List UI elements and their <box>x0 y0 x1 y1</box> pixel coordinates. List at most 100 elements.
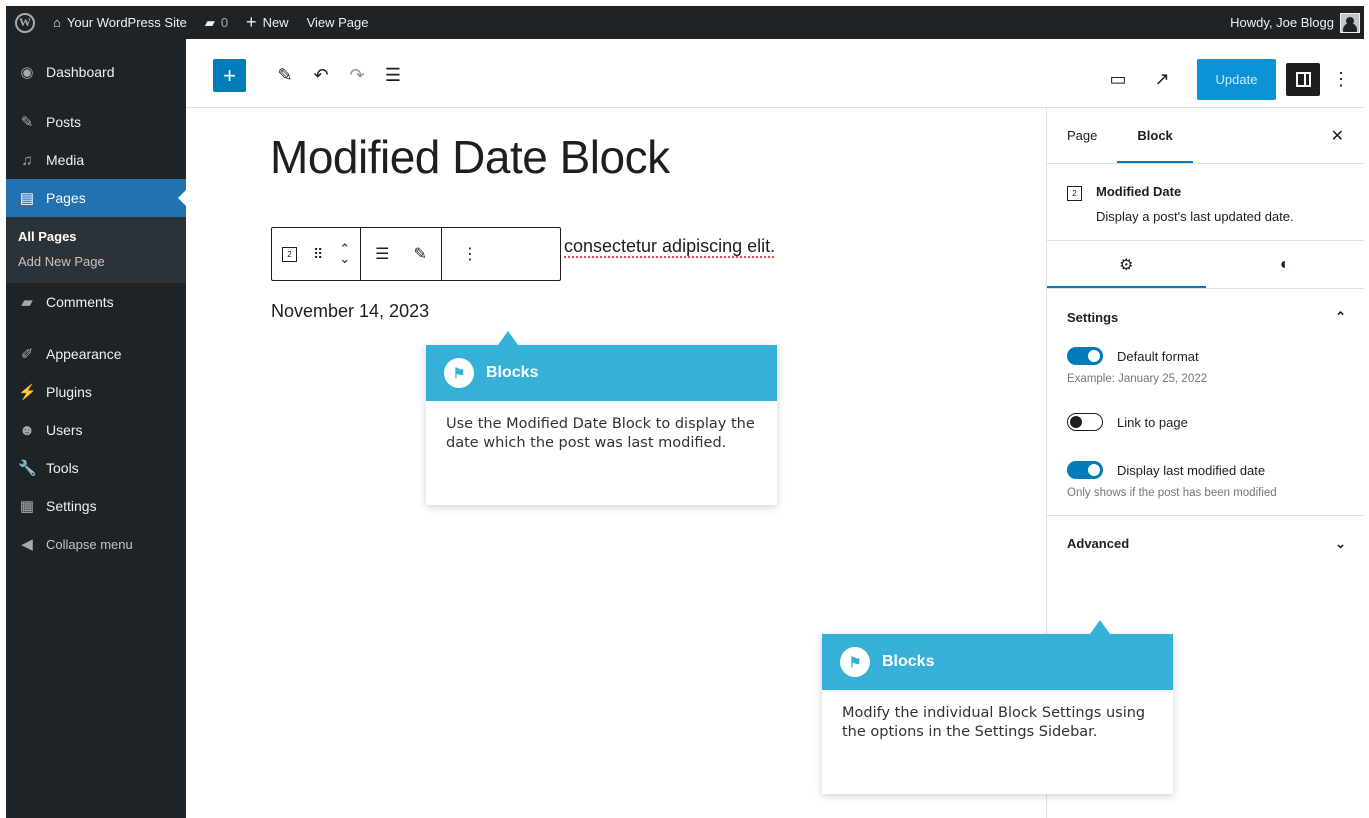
sidebar-item-label: Comments <box>46 294 114 310</box>
brush-icon: ✐ <box>20 346 34 363</box>
calendar-icon[interactable]: 2 <box>282 246 297 262</box>
add-block-button[interactable]: + <box>213 59 246 92</box>
move-up-down-icon[interactable]: ⌃ ⌄ <box>339 242 350 265</box>
account-menu[interactable]: Howdy, Joe Blogg <box>1221 6 1364 39</box>
sidebar-item-label: Dashboard <box>46 64 115 80</box>
sidebar-item-appearance[interactable]: ✐ Appearance <box>6 335 186 373</box>
more-vertical-icon[interactable]: ⋮ <box>462 244 478 264</box>
settings-toggle-button[interactable] <box>1286 63 1320 96</box>
tools-button[interactable]: ✎ <box>274 59 296 92</box>
plugin-icon: ⚡ <box>18 384 37 401</box>
default-format-toggle[interactable] <box>1067 347 1103 365</box>
tab-settings[interactable]: ⚙ <box>1047 241 1206 288</box>
toggle-label: Display last modified date <box>1117 462 1266 478</box>
display-modified-toggle[interactable] <box>1067 461 1103 479</box>
redo-button[interactable]: ↷ <box>346 59 368 92</box>
sidebar-item-comments[interactable]: ▰ Comments <box>6 283 186 321</box>
help-text: Example: January 25, 2022 <box>1067 373 1208 385</box>
admin-sidebar: ◉ Dashboard ✎ Posts ♫ Media ▤ Pages All Page… <box>6 39 186 818</box>
site-name: Your WordPress Site <box>66 15 187 30</box>
preview-button[interactable]: ▭ <box>1101 63 1135 96</box>
panel-title: Settings <box>1067 309 1119 325</box>
post-title[interactable]: Modified Date Block <box>270 130 670 184</box>
list-view-icon: ☰ <box>384 65 402 85</box>
flag-icon: ⚑ <box>840 647 870 677</box>
sidebar-tabs: Page Block ✕ <box>1047 108 1364 164</box>
pin-icon: ✎ <box>20 114 34 131</box>
collapse-menu-button[interactable]: ◀ Collapse menu <box>6 525 186 563</box>
inspector-tabs: ⚙ ◐ <box>1047 241 1364 289</box>
howdy-text: Howdy, Joe Blogg <box>1230 15 1334 30</box>
sidebar-item-label: Appearance <box>46 346 122 362</box>
panel-title: Advanced <box>1067 536 1130 551</box>
close-icon[interactable]: ✕ <box>1331 126 1344 146</box>
admin-bar: W ⌂ Your WordPress Site ▰ 0 + New View P… <box>6 6 1364 39</box>
modified-date-block[interactable]: November 14, 2023 <box>271 301 429 322</box>
view-page-link[interactable]: View Page <box>298 6 378 39</box>
gear-icon: ⚙ <box>1119 256 1134 274</box>
chevron-up-icon: ⌃ <box>1335 309 1346 324</box>
pencil-icon[interactable]: ✎ <box>414 244 427 264</box>
link-to-page-toggle[interactable] <box>1067 413 1103 431</box>
settings-icon: ▦ <box>19 498 35 515</box>
settings-panel: Settings ⌃ Default format Example: Janua… <box>1047 289 1364 516</box>
sidebar-item-label: Media <box>46 152 85 168</box>
media-icon: ♫ <box>21 151 33 169</box>
comments-count: 0 <box>220 15 229 30</box>
align-left-icon[interactable]: ☰ <box>375 244 389 264</box>
tab-styles[interactable]: ◐ <box>1206 241 1365 288</box>
callout-title: Blocks <box>882 653 935 670</box>
drag-handle-icon[interactable]: ⠿ <box>313 246 323 263</box>
sidebar-item-tools[interactable]: 🔧 Tools <box>6 449 186 487</box>
comments-link[interactable]: ▰ 0 <box>196 6 237 39</box>
link-to-page-row: Link to page <box>1067 413 1346 431</box>
plus-icon: + <box>246 12 257 32</box>
undo-button[interactable]: ↶ <box>310 59 332 92</box>
advanced-panel-header[interactable]: Advanced ⌄ <box>1047 516 1364 552</box>
callout-body: Use the Modified Date Block to display t… <box>446 416 755 451</box>
callout-header: ⚑ Blocks <box>426 331 777 401</box>
tab-block[interactable]: Block <box>1117 108 1192 163</box>
sidebar-item-plugins[interactable]: ⚡ Plugins <box>6 373 186 411</box>
view-post-button[interactable]: ↗ <box>1145 63 1179 96</box>
avatar <box>1340 12 1360 33</box>
view-page-label: View Page <box>306 15 369 30</box>
wp-logo-menu[interactable]: W <box>6 6 44 39</box>
submenu-all-pages[interactable]: All Pages <box>6 225 186 250</box>
sidebar-item-media[interactable]: ♫ Media <box>6 141 186 179</box>
settings-panel-header[interactable]: Settings ⌃ <box>1067 309 1346 325</box>
new-content-link[interactable]: + New <box>237 6 298 39</box>
submenu-add-new-page[interactable]: Add New Page <box>6 250 186 275</box>
sidebar-item-dashboard[interactable]: ◉ Dashboard <box>6 53 186 91</box>
tooltip-callout-blocks: ⚑ Blocks Modify the individual Block Set… <box>822 620 1173 794</box>
sidebar-item-posts[interactable]: ✎ Posts <box>6 103 186 141</box>
sidebar-item-users[interactable]: ☻ Users <box>6 411 186 449</box>
calendar-icon: 2 <box>1067 186 1082 201</box>
update-button[interactable]: Update <box>1197 59 1276 100</box>
sidebar-item-label: Posts <box>46 114 82 130</box>
sidebar-item-label: Collapse menu <box>46 536 133 552</box>
wrench-icon: 🔧 <box>18 460 37 477</box>
callout-body: Modify the individual Block Settings usi… <box>842 705 1146 740</box>
paragraph-block[interactable]: consectetur adipiscing elit. <box>564 236 775 257</box>
block-card: 2 Modified Date Display a post's last up… <box>1047 164 1364 241</box>
paragraph-text: consectetur adipiscing elit. <box>564 236 776 256</box>
flag-icon: ⚑ <box>444 358 474 388</box>
sidebar-item-settings[interactable]: ▦ Settings <box>6 487 186 525</box>
site-name-link[interactable]: ⌂ Your WordPress Site <box>44 6 196 39</box>
list-view-button[interactable]: ☰ <box>382 59 404 92</box>
options-menu-button[interactable]: ⋮ <box>1330 63 1352 96</box>
wordpress-logo-icon: W <box>15 12 35 33</box>
sidebar-item-label: Settings <box>46 498 97 514</box>
pencil-icon: ✎ <box>277 65 293 85</box>
half-circle-icon: ◐ <box>1279 255 1290 273</box>
external-link-icon: ↗ <box>1154 69 1170 89</box>
plus-icon: + <box>223 62 236 88</box>
tooltip-callout-blocks: ⚑ Blocks Use the Modified Date Block to … <box>426 331 777 505</box>
dashboard-icon: ◉ <box>20 64 34 81</box>
sidebar-item-pages[interactable]: ▤ Pages <box>6 179 186 217</box>
tab-page[interactable]: Page <box>1047 108 1117 163</box>
wordpress-editor: W ⌂ Your WordPress Site ▰ 0 + New View P… <box>0 0 1369 818</box>
comment-bubble-icon: ▰ <box>204 14 215 30</box>
default-format-row: Default format <box>1067 347 1346 365</box>
